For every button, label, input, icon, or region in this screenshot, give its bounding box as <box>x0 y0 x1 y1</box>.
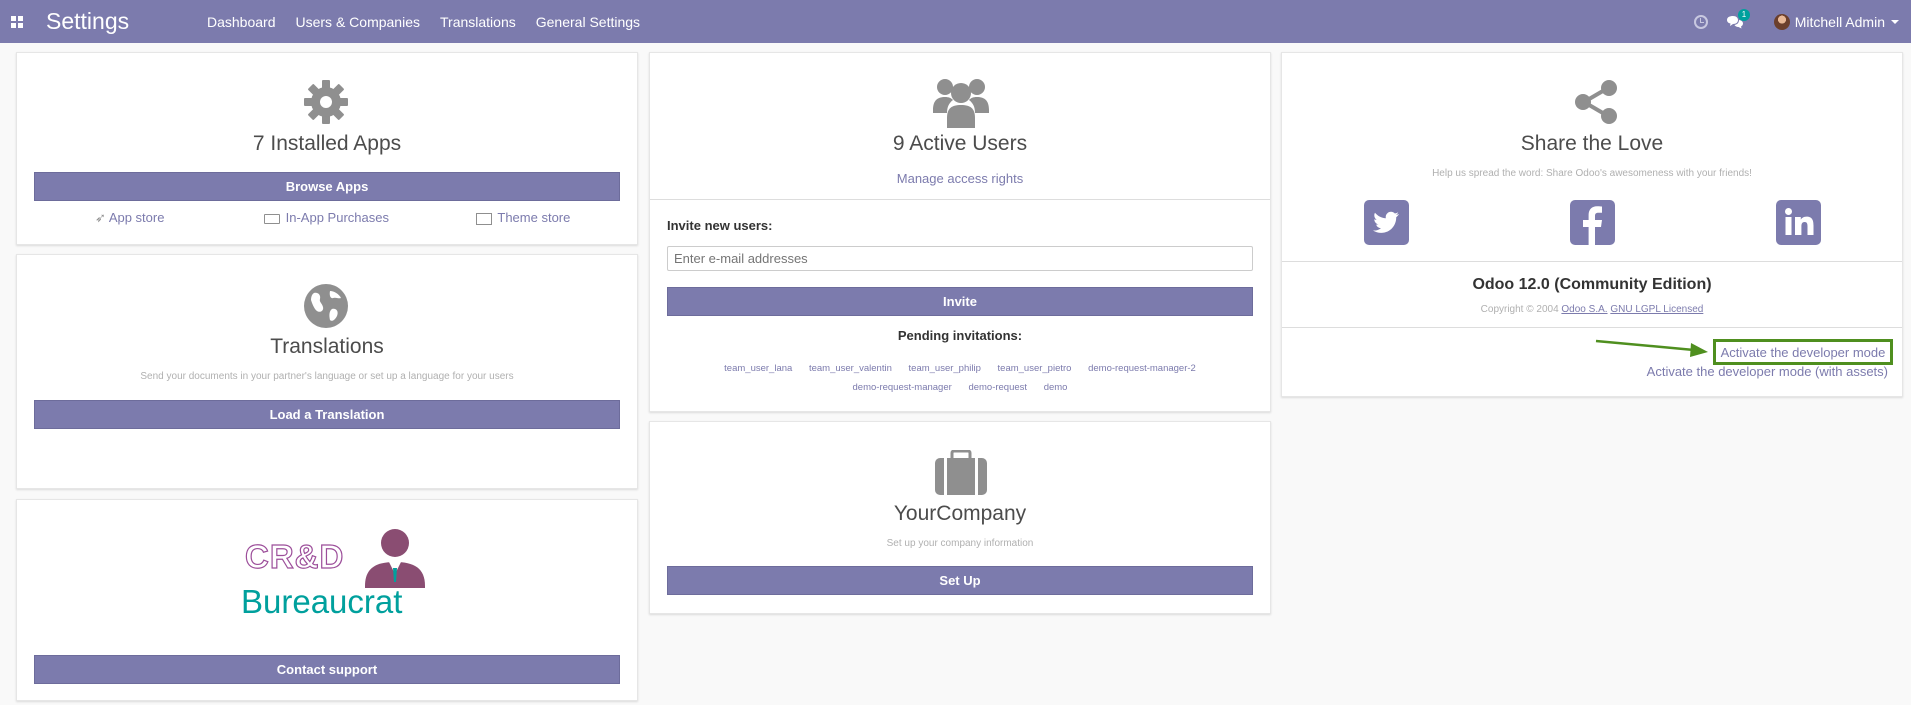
money-icon <box>264 213 280 224</box>
active-users-title: 9 Active Users <box>892 132 1028 155</box>
app-store-link[interactable]: ➶ App store <box>95 210 164 226</box>
user-menu-caret-icon[interactable] <box>1891 19 1899 24</box>
activity-clock-icon[interactable] <box>1693 14 1708 29</box>
app-title: Settings <box>46 8 130 34</box>
pending-user[interactable]: demo-request-manager <box>853 382 952 393</box>
invite-label: Invite new users: <box>667 218 773 233</box>
svg-text:CR&D: CR&D <box>245 538 344 575</box>
support-card: CR&D Bureaucrat Contact support <box>16 499 638 701</box>
users-group-icon <box>933 79 989 128</box>
installed-apps-title: 7 Installed Apps <box>252 132 402 155</box>
crnd-bureaucrat-logo: CR&D Bureaucrat <box>241 529 425 620</box>
theme-store-link[interactable]: Theme store <box>476 210 570 225</box>
contact-support-button[interactable]: Contact support <box>34 655 620 684</box>
divider <box>650 199 1270 200</box>
linkedin-icon[interactable] <box>1776 200 1821 245</box>
license-link[interactable]: GNU LGPL Licensed <box>1610 304 1703 315</box>
pending-user[interactable]: team_user_valentin <box>809 363 892 374</box>
odoo-sa-link[interactable]: Odoo S.A. <box>1561 304 1607 315</box>
share-icon <box>1575 80 1617 124</box>
installed-apps-card: 7 Installed Apps Browse Apps ➶ App store… <box>16 52 638 245</box>
email-input[interactable] <box>667 246 1253 271</box>
pending-user[interactable]: team_user_philip <box>909 363 981 374</box>
menu-dashboard[interactable]: Dashboard <box>182 14 286 30</box>
activate-developer-mode-link[interactable]: Activate the developer mode <box>1713 339 1893 365</box>
activate-developer-mode-label: Activate the developer mode <box>1720 344 1886 360</box>
messaging-chat-icon[interactable]: 1 <box>1726 8 1751 29</box>
share-title: Share the Love <box>1520 132 1664 155</box>
company-title: YourCompany <box>893 502 1027 525</box>
divider <box>1282 261 1902 262</box>
pending-user[interactable]: team_user_lana <box>724 363 792 374</box>
briefcase-icon <box>935 450 987 495</box>
main-menu: Dashboard Users & Companies Translations… <box>182 14 650 30</box>
annotation-arrow <box>1595 339 1708 357</box>
share-subtitle: Help us spread the word: Share Odoo's aw… <box>1432 168 1752 179</box>
user-name[interactable]: Mitchell Admin <box>1795 14 1885 30</box>
rocket-icon: ➶ <box>95 210 106 225</box>
activate-developer-mode-assets-link[interactable]: Activate the developer mode (with assets… <box>1647 364 1888 379</box>
copyright-line: Copyright © 2004 Odoo S.A. GNU LGPL Lice… <box>1282 304 1902 315</box>
pending-invitations-list: team_user_lana team_user_valentin team_u… <box>710 359 1210 397</box>
globe-icon <box>304 284 348 328</box>
translations-title: Translations <box>270 335 384 358</box>
menu-users-companies[interactable]: Users & Companies <box>286 14 431 30</box>
company-subtitle: Set up your company information <box>886 538 1034 549</box>
company-card: YourCompany Set up your company informat… <box>649 421 1271 614</box>
pending-user[interactable]: team_user_pietro <box>998 363 1072 374</box>
divider <box>1282 327 1902 328</box>
in-app-purchases-link[interactable]: In-App Purchases <box>264 210 389 225</box>
pending-user[interactable]: demo-request <box>968 382 1027 393</box>
gear-icon <box>304 80 348 124</box>
top-navbar: Settings Dashboard Users & Companies Tra… <box>0 0 1911 43</box>
manage-access-rights-link[interactable]: Manage access rights <box>650 171 1270 186</box>
facebook-icon[interactable] <box>1570 200 1615 245</box>
pending-user[interactable]: demo-request-manager-2 <box>1088 363 1196 374</box>
translations-card: Translations Send your documents in your… <box>16 254 638 489</box>
menu-translations[interactable]: Translations <box>430 14 526 30</box>
invite-button[interactable]: Invite <box>667 287 1253 316</box>
set-up-button[interactable]: Set Up <box>667 566 1253 595</box>
translations-subtitle: Send your documents in your partner's la… <box>140 371 514 382</box>
svg-text:Bureaucrat: Bureaucrat <box>241 583 402 620</box>
menu-general-settings[interactable]: General Settings <box>526 14 650 30</box>
load-translation-button[interactable]: Load a Translation <box>34 400 620 429</box>
odoo-version: Odoo 12.0 (Community Edition) <box>1472 276 1712 293</box>
pending-invitations-label: Pending invitations: <box>897 328 1023 343</box>
twitter-icon[interactable] <box>1364 200 1409 245</box>
user-avatar[interactable] <box>1773 13 1790 30</box>
chat-count-badge: 1 <box>1737 8 1751 21</box>
share-card: Share the Love Help us spread the word: … <box>1281 52 1903 397</box>
pending-user[interactable]: demo <box>1044 382 1068 393</box>
browse-apps-button[interactable]: Browse Apps <box>34 172 620 201</box>
apps-menu-icon[interactable] <box>11 15 23 28</box>
active-users-card: 9 Active Users Manage access rights Invi… <box>649 52 1271 412</box>
copyright-text: Copyright © 2004 <box>1480 304 1559 315</box>
picture-icon <box>476 212 492 225</box>
